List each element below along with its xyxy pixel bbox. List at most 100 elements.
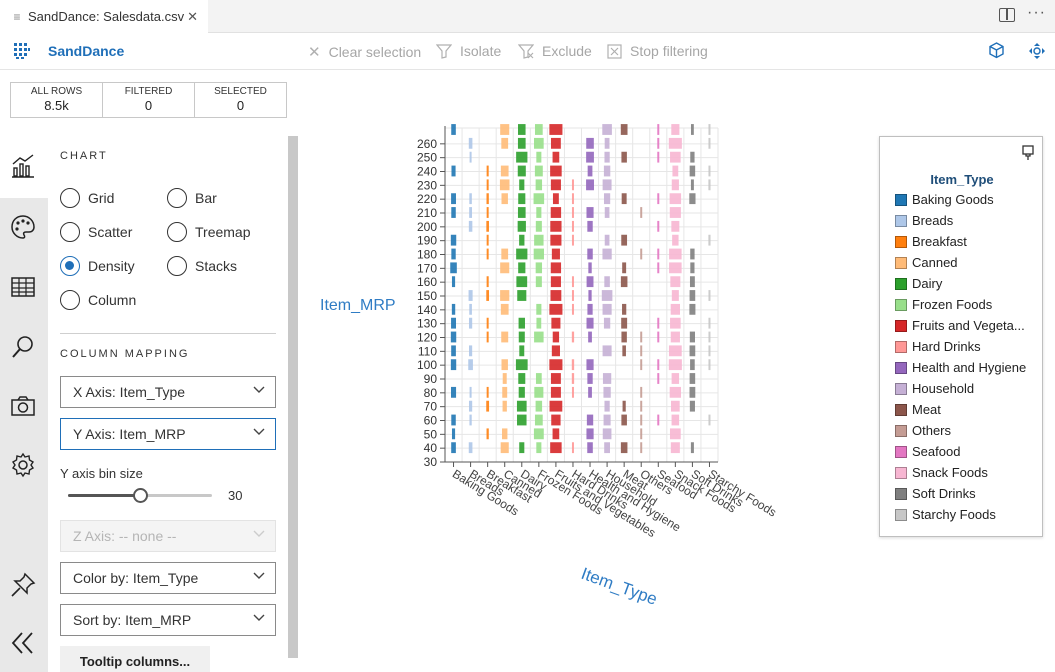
more-icon[interactable]: ··· (1027, 4, 1046, 22)
color-by-dropdown[interactable]: Color by: Item_Type (60, 562, 276, 594)
isolate-button[interactable]: Isolate (436, 43, 501, 59)
density-column-meat[interactable] (620, 124, 628, 454)
density-column-hard-drinks[interactable] (571, 179, 575, 454)
legend-item[interactable]: Breakfast (895, 234, 967, 249)
legend-item[interactable]: Others (895, 423, 951, 438)
density-column-baking-goods[interactable] (450, 124, 457, 454)
density-cell (657, 414, 660, 426)
density-column-breakfast[interactable] (486, 165, 490, 440)
close-icon[interactable]: ✕ (187, 9, 198, 25)
chart-type-grid[interactable]: Grid (60, 188, 114, 208)
legend-item[interactable]: Baking Goods (895, 192, 994, 207)
legend-item[interactable]: Hard Drinks (895, 339, 981, 354)
density-cell (516, 248, 528, 260)
legend-swatch (895, 235, 907, 248)
exclude-button[interactable]: Exclude (518, 43, 592, 59)
legend-item[interactable]: Meat (895, 402, 941, 417)
density-column-soft-drinks[interactable] (689, 124, 696, 454)
column-mapping-title: COLUMN MAPPING (60, 348, 190, 360)
density-cell (604, 400, 610, 412)
paintbrush-icon[interactable] (1021, 145, 1035, 161)
split-editor-icon[interactable] (999, 8, 1015, 22)
density-column-starchy-foods[interactable] (708, 124, 711, 426)
legend-swatch (895, 361, 907, 374)
x-axis-title[interactable]: Item_Type (579, 564, 660, 609)
density-cell (516, 276, 528, 288)
legend-item[interactable]: Canned (895, 255, 958, 270)
clear-icon: ✕ (308, 44, 321, 61)
stop-filtering-button[interactable]: Stop filtering (607, 43, 708, 59)
tooltip-columns-button[interactable]: Tooltip columns... (60, 646, 210, 672)
chevron-down-icon (253, 614, 265, 621)
y-axis-dropdown[interactable]: Y Axis: Item_MRP (60, 418, 276, 450)
collapse-icon[interactable] (10, 630, 36, 656)
legend-item[interactable]: Soft Drinks (895, 486, 976, 501)
legend-item[interactable]: Starchy Foods (895, 507, 996, 522)
density-cell (587, 165, 593, 177)
legend-item[interactable]: Breads (895, 213, 953, 228)
palette-icon[interactable] (10, 214, 36, 240)
chart-type-stacks[interactable]: Stacks (167, 256, 237, 276)
chart-type-column[interactable]: Column (60, 290, 136, 310)
clear-selection-button[interactable]: ✕ Clear selection (308, 43, 421, 61)
legend-item[interactable]: Snack Foods (895, 465, 988, 480)
legend-item[interactable]: Household (895, 381, 974, 396)
x-axis-dropdown[interactable]: X Axis: Item_Type (60, 376, 276, 408)
density-cell (671, 400, 680, 412)
density-cell (534, 386, 544, 398)
all-rows-count[interactable]: ALL ROWS 8.5k (10, 82, 103, 118)
chart-type-scatter[interactable]: Scatter (60, 222, 132, 242)
legend-label: Soft Drinks (912, 486, 976, 501)
chart-type-density[interactable]: Density (60, 256, 135, 276)
density-cell (708, 179, 711, 191)
chart-type-label: Bar (195, 190, 217, 206)
legend-item[interactable]: Fruits and Vegeta... (895, 318, 1025, 333)
search-icon[interactable] (10, 334, 36, 360)
camera-icon[interactable] (10, 393, 36, 419)
table-icon[interactable] (10, 274, 36, 300)
density-cell (602, 428, 612, 440)
selected-count[interactable]: SELECTED 0 (194, 82, 287, 118)
density-column-fruits-and-vegetables[interactable] (549, 124, 563, 454)
cube-icon[interactable] (988, 42, 1005, 59)
legend-item[interactable]: Dairy (895, 276, 942, 291)
density-cell (586, 414, 594, 426)
legend-item[interactable]: Frozen Foods (895, 297, 992, 312)
legend-title: Item_Type (930, 172, 994, 187)
y-tick-label: 100 (417, 358, 437, 372)
density-column-frozen-foods[interactable] (533, 124, 545, 454)
density-cell (468, 359, 473, 371)
density-cell (689, 303, 696, 315)
pin-icon[interactable] (10, 572, 36, 598)
legend-item[interactable]: Health and Hygiene (895, 360, 1026, 375)
density-cell (640, 331, 643, 343)
density-column-seafood[interactable] (657, 124, 660, 426)
density-column-canned[interactable] (499, 124, 510, 454)
density-column-dairy[interactable] (515, 124, 528, 454)
filtered-count[interactable]: FILTERED 0 (102, 82, 195, 118)
legend-item[interactable]: Seafood (895, 444, 960, 459)
rail-chart-tab[interactable] (0, 136, 48, 198)
slider-fill (68, 494, 140, 497)
y-tick-label: 200 (417, 220, 437, 234)
slider-thumb[interactable] (133, 488, 148, 503)
settings-icon[interactable] (10, 452, 36, 478)
density-column-others[interactable] (640, 207, 643, 454)
density-column-household[interactable] (601, 124, 613, 454)
y-axis-title[interactable]: Item_MRP (320, 297, 396, 314)
panel-scrollbar[interactable] (288, 136, 298, 658)
density-column-snack-foods[interactable] (668, 124, 682, 454)
legend-label: Hard Drinks (912, 339, 981, 354)
density-cell (689, 386, 696, 398)
legend-swatch (895, 298, 907, 311)
density-cell (469, 414, 472, 426)
editor-tab[interactable]: ≡ SandDance: Salesdata.csv ✕ (0, 0, 208, 33)
all-rows-label: ALL ROWS (30, 86, 83, 97)
density-cell (708, 359, 711, 371)
sort-by-dropdown[interactable]: Sort by: Item_MRP (60, 604, 276, 636)
chart-type-treemap[interactable]: Treemap (167, 222, 251, 242)
move-icon[interactable] (1028, 42, 1046, 60)
chart-type-bar[interactable]: Bar (167, 188, 217, 208)
legend-label: Others (912, 423, 952, 438)
density-cell (620, 276, 628, 288)
